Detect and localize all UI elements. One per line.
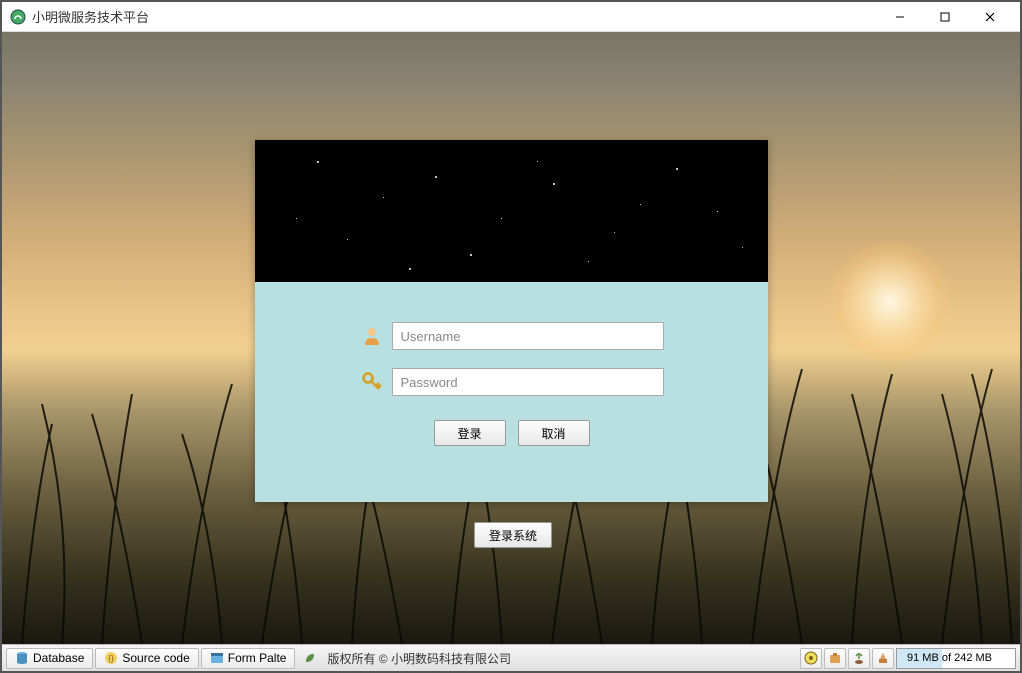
statusbar-tool-2[interactable]: [824, 648, 846, 669]
minimize-button[interactable]: [877, 3, 922, 31]
key-icon: [360, 370, 384, 394]
sunset-background: [830, 242, 950, 362]
statusbar-tool-3[interactable]: [848, 648, 870, 669]
memory-indicator[interactable]: 91 MB of 242 MB: [896, 648, 1016, 669]
statusbar-item-database[interactable]: Database: [6, 648, 93, 669]
window-title: 小明微服务技术平台: [32, 7, 877, 26]
svg-text:{}: {}: [109, 654, 115, 663]
user-icon: [360, 324, 384, 348]
username-row: [360, 322, 664, 350]
app-icon: [10, 9, 26, 25]
titlebar: 小明微服务技术平台: [2, 2, 1020, 32]
login-button[interactable]: 登录: [434, 420, 506, 446]
leaf-icon: [303, 651, 317, 665]
form-palette-icon: [210, 651, 224, 665]
login-system-button[interactable]: 登录系统: [474, 522, 552, 548]
copyright-text: 版权所有 © 小明数码科技有限公司: [319, 650, 519, 667]
login-button-row: 登录 取消: [434, 420, 590, 446]
maximize-button[interactable]: [922, 3, 967, 31]
statusbar-item-label: Source code: [122, 651, 189, 665]
login-body: 登录 取消: [255, 282, 768, 466]
username-input[interactable]: [392, 322, 664, 350]
statusbar-item-label: Database: [33, 651, 84, 665]
content-area: 登录 取消 登录系统: [2, 32, 1020, 644]
login-header-starfield: [255, 140, 768, 282]
source-code-icon: {}: [104, 651, 118, 665]
statusbar: Database {} Source code Form Palte 版权所有 …: [2, 644, 1020, 671]
database-icon: [15, 651, 29, 665]
memory-text: 91 MB of 242 MB: [907, 652, 992, 664]
window-controls: [877, 3, 1012, 31]
cancel-button[interactable]: 取消: [518, 420, 590, 446]
password-input[interactable]: [392, 368, 664, 396]
login-panel: 登录 取消: [255, 140, 768, 502]
statusbar-item-sourcecode[interactable]: {} Source code: [95, 648, 198, 669]
statusbar-tool-4[interactable]: [872, 648, 894, 669]
statusbar-item-label: Form Palte: [228, 651, 287, 665]
password-row: [360, 368, 664, 396]
close-button[interactable]: [967, 3, 1012, 31]
statusbar-item-formpalette[interactable]: Form Palte: [201, 648, 296, 669]
statusbar-tool-1[interactable]: [800, 648, 822, 669]
